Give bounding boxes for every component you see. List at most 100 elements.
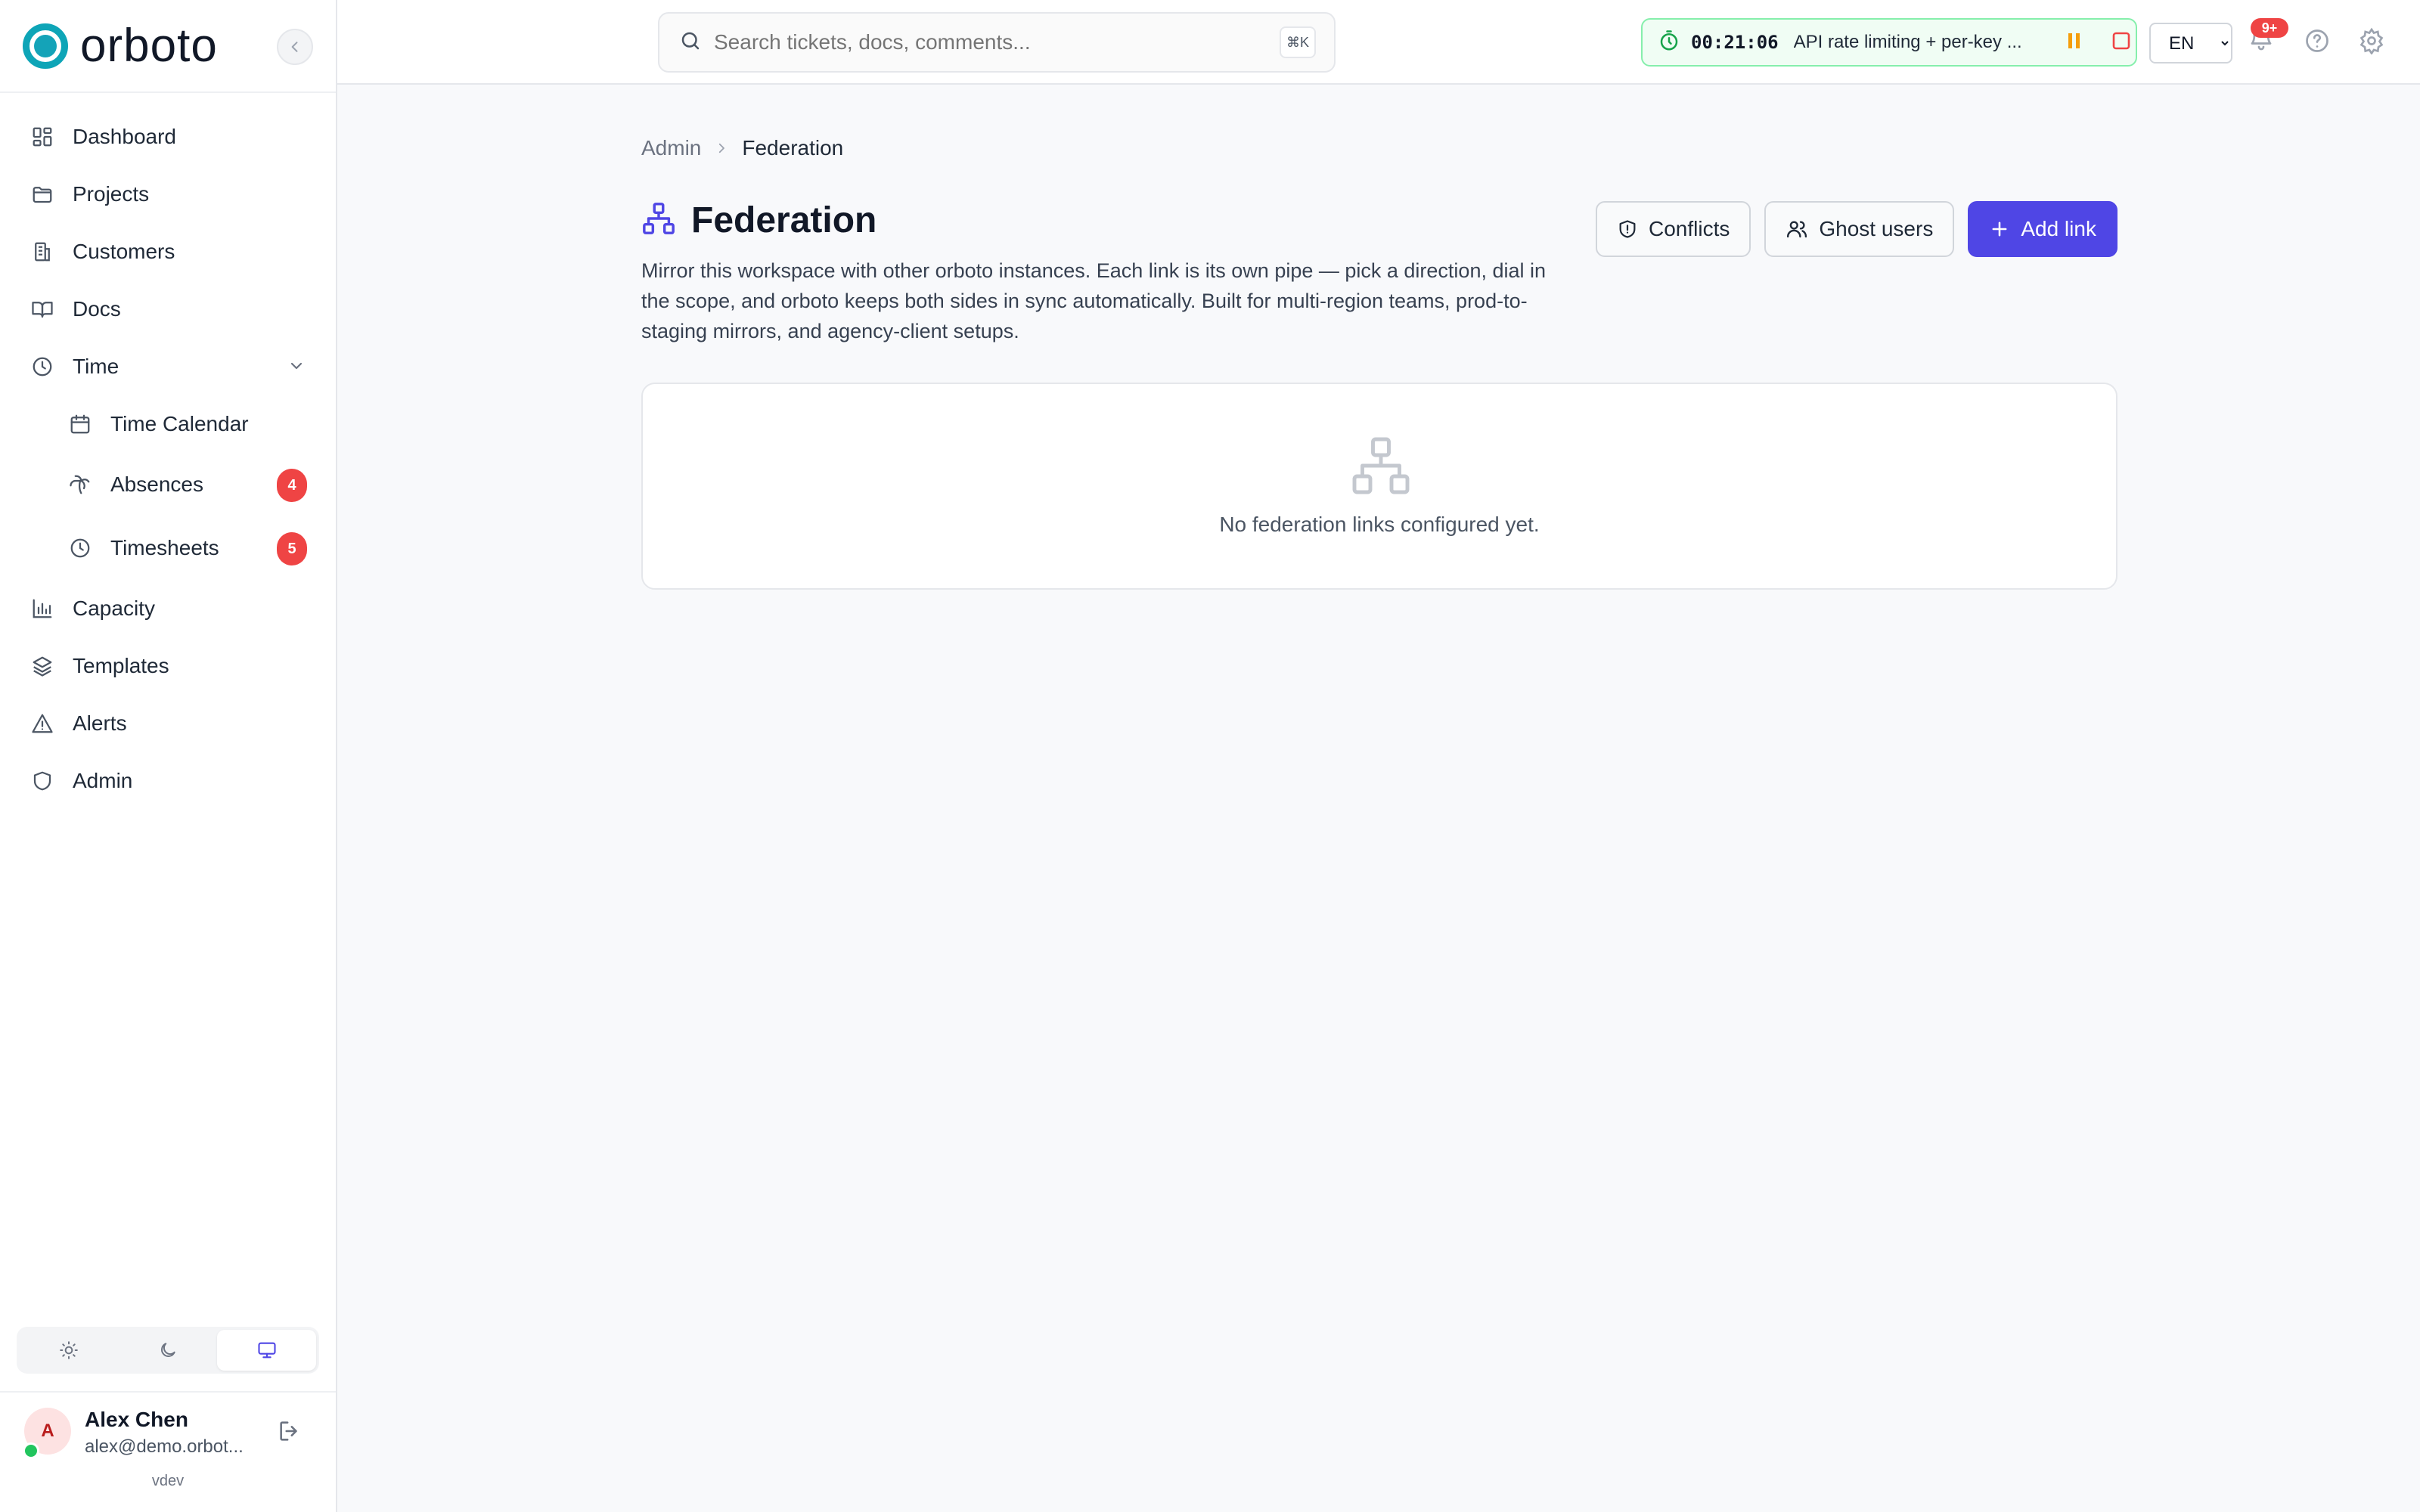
calendar-icon (67, 411, 94, 438)
online-status-indicator (23, 1442, 39, 1459)
brand-name: orboto (80, 20, 218, 72)
plus-icon (1992, 222, 2007, 237)
sidebar-item-label: Time Calendar (110, 412, 249, 435)
breadcrumb-current: Federation (742, 136, 844, 160)
user-profile: A Alex Chen alex@demo.orbot... vdev (0, 1391, 336, 1512)
add-link-button-label: Add link (2021, 217, 2096, 240)
ghost-users-button-label: Ghost users (1819, 217, 1934, 240)
sidebar-item-label: Projects (73, 182, 150, 206)
orboto-logo-icon (23, 23, 68, 69)
sidebar: orboto Dashboard Projects Customers Docs (0, 0, 337, 1512)
sidebar-divider (0, 91, 336, 93)
sidebar-item-label: Timesheets (110, 536, 219, 559)
running-timer[interactable]: 00:21:06 API rate limiting + per-key ... (1641, 18, 2137, 67)
sidebar-item-dashboard[interactable]: Dashboard (23, 113, 318, 160)
alert-triangle-icon (29, 710, 56, 737)
sidebar-item-label: Templates (73, 654, 169, 677)
dashboard-icon (29, 123, 56, 150)
absences-count-badge: 4 (277, 469, 307, 502)
sidebar-item-label: Capacity (73, 596, 155, 620)
page-actions: Conflicts Ghost users Add link (1596, 201, 2118, 257)
sidebar-item-customers[interactable]: Customers (23, 228, 318, 275)
sidebar-item-label: Time (73, 355, 119, 378)
add-link-button[interactable]: Add link (1968, 201, 2118, 257)
app-version: vdev (151, 1473, 185, 1489)
search-shortcut-hint: ⌘K (1280, 26, 1316, 58)
network-icon (1349, 434, 1413, 501)
app-root: orboto Dashboard Projects Customers Docs (0, 0, 2420, 1512)
sidebar-item-alerts[interactable]: Alerts (23, 700, 318, 747)
breadcrumb-admin-link[interactable]: Admin (641, 136, 701, 160)
topbar: ⌘K 00:21:06 API rate limiting + per-key … (337, 0, 2420, 85)
palm-tree-icon (67, 471, 94, 498)
clock-icon (29, 353, 56, 380)
breadcrumb: Admin Federation (641, 136, 843, 160)
sidebar-item-time[interactable]: Time (23, 343, 318, 390)
help-circle-icon (2306, 29, 2328, 52)
sidebar-item-capacity[interactable]: Capacity (23, 585, 318, 632)
search-icon (679, 29, 702, 56)
users-icon (1787, 221, 1807, 238)
chevron-right-icon (715, 136, 728, 160)
conflicts-button[interactable]: Conflicts (1596, 201, 1751, 257)
sidebar-item-label: Admin (73, 769, 133, 792)
settings-button[interactable] (2358, 27, 2385, 58)
stop-icon (2112, 32, 2130, 49)
search-input[interactable] (714, 30, 1280, 54)
sidebar-item-docs[interactable]: Docs (23, 286, 318, 333)
logout-button[interactable] (277, 1418, 302, 1448)
page-title: Federation (691, 200, 877, 240)
chevron-down-icon[interactable] (287, 357, 306, 379)
collapse-sidebar-button[interactable] (277, 29, 313, 65)
sidebar-item-admin[interactable]: Admin (23, 758, 318, 804)
sidebar-item-templates[interactable]: Templates (23, 643, 318, 689)
sidebar-item-label: Customers (73, 240, 175, 263)
layers-icon (29, 652, 56, 680)
empty-state-message: No federation links configured yet. (1219, 513, 1540, 536)
notification-count-badge: 9+ (2251, 18, 2288, 38)
sidebar-item-label: Absences (110, 472, 203, 496)
federation-network-icon (641, 201, 676, 240)
stopwatch-icon (1658, 29, 1680, 56)
gear-icon (2360, 27, 2384, 55)
help-button[interactable] (2304, 27, 2331, 58)
language-select[interactable]: EN (2149, 23, 2232, 64)
building-icon (29, 238, 56, 265)
pause-icon (2068, 33, 2080, 48)
shield-alert-icon (1619, 220, 1636, 238)
theme-light-button[interactable] (20, 1330, 119, 1371)
pause-timer-button[interactable] (2066, 31, 2083, 54)
sidebar-item-label: Docs (73, 297, 121, 321)
timer-task-name: API rate limiting + per-key ... (1793, 32, 2022, 52)
timer-elapsed: 00:21:06 (1691, 32, 1779, 53)
sidebar-item-time-calendar[interactable]: Time Calendar (60, 401, 318, 448)
sidebar-item-label: Alerts (73, 711, 127, 735)
bar-chart-icon (29, 595, 56, 622)
sidebar-item-timesheets[interactable]: Timesheets 5 (60, 525, 318, 572)
theme-dark-button[interactable] (119, 1330, 218, 1371)
clock-icon (67, 534, 94, 562)
user-name: Alex Chen (85, 1408, 188, 1431)
timesheets-count-badge: 5 (277, 532, 307, 565)
conflicts-button-label: Conflicts (1649, 217, 1730, 240)
global-search[interactable]: ⌘K (658, 12, 1336, 73)
sidebar-item-projects[interactable]: Projects (23, 171, 318, 218)
sidebar-item-label: Dashboard (73, 125, 176, 148)
brand[interactable]: orboto (23, 21, 218, 71)
theme-switcher (17, 1327, 319, 1374)
page-description: Mirror this workspace with other orboto … (641, 259, 1547, 342)
theme-system-button[interactable] (217, 1330, 317, 1371)
user-email: alex@demo.orbot... (85, 1436, 244, 1457)
monitor-icon (258, 1342, 276, 1359)
book-icon (29, 296, 56, 323)
federation-links-empty-state: No federation links configured yet. (641, 383, 2118, 590)
page-header: Federation (641, 200, 876, 241)
main-content: Admin Federation Federation Mirror this … (337, 85, 2420, 1512)
moon-icon (161, 1343, 175, 1357)
sun-icon (60, 1341, 79, 1359)
shield-icon (29, 767, 56, 795)
chevron-left-icon (291, 42, 298, 52)
sidebar-item-absences[interactable]: Absences 4 (60, 461, 318, 508)
stop-timer-button[interactable] (2111, 31, 2131, 54)
ghost-users-button[interactable]: Ghost users (1764, 201, 1955, 257)
